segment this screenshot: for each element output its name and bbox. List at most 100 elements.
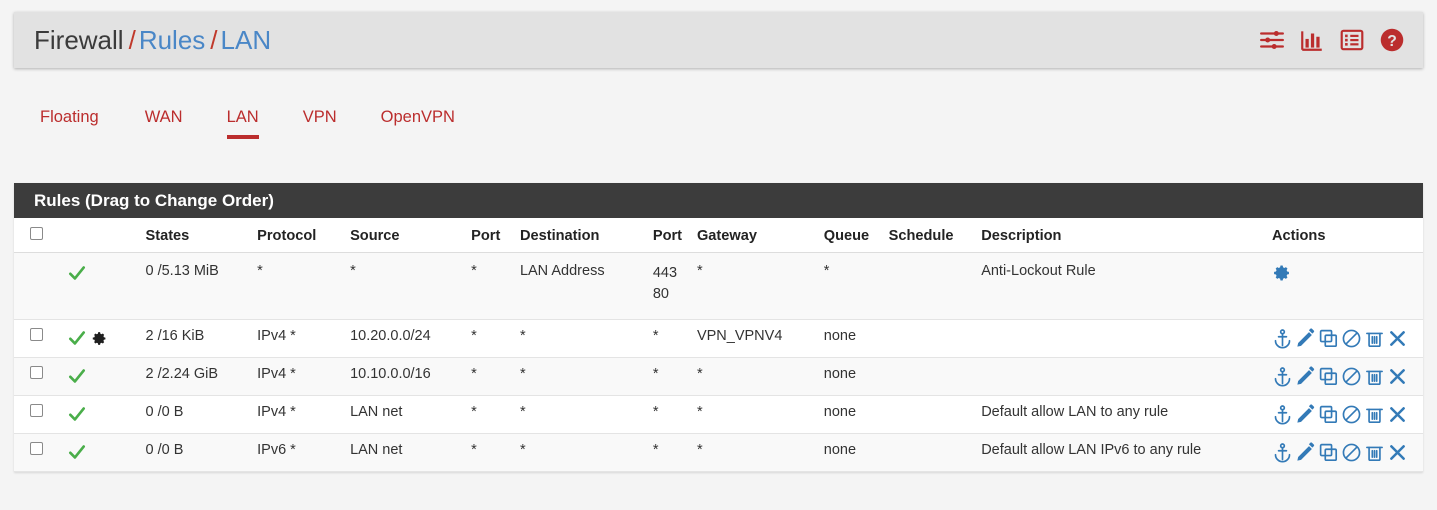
row-source: 10.10.0.0/16 bbox=[346, 357, 468, 396]
trash-icon[interactable] bbox=[1364, 442, 1385, 463]
tab-openvpn-label: OpenVPN bbox=[380, 108, 455, 126]
gear-icon[interactable] bbox=[1272, 263, 1292, 283]
row-states[interactable]: 2 /2.24 GiB bbox=[141, 357, 254, 396]
help-icon[interactable]: ? bbox=[1379, 27, 1405, 53]
status-header bbox=[63, 218, 142, 253]
tab-vpn-label: VPN bbox=[302, 108, 337, 126]
row-dest-port-2: 80 bbox=[652, 286, 669, 302]
row-protocol: * bbox=[253, 252, 347, 320]
row-gateway: * bbox=[692, 395, 820, 434]
row-gateway: * bbox=[692, 357, 820, 396]
breadcrumb-separator-1: / bbox=[128, 24, 136, 55]
breadcrumb-lan-link[interactable]: LAN bbox=[221, 25, 272, 55]
row-dest-port: 443 80 bbox=[648, 252, 693, 320]
disable-icon[interactable] bbox=[1341, 404, 1362, 425]
row-checkbox[interactable] bbox=[30, 404, 43, 417]
row-states[interactable]: 0 /5.13 MiB bbox=[141, 252, 254, 320]
row-actions bbox=[1267, 357, 1423, 396]
list-icon[interactable] bbox=[1339, 27, 1365, 53]
select-all-checkbox[interactable] bbox=[30, 227, 43, 240]
row-states[interactable]: 0 /0 B bbox=[141, 395, 254, 434]
row-checkbox[interactable] bbox=[30, 442, 43, 455]
table-row[interactable]: 2 /2.24 GiB IPv4 * 10.10.0.0/16 * * * * … bbox=[14, 357, 1423, 396]
disable-icon[interactable] bbox=[1341, 328, 1362, 349]
row-queue: none bbox=[819, 433, 885, 472]
row-status-cell bbox=[63, 319, 142, 358]
anchor-icon[interactable] bbox=[1272, 366, 1293, 387]
tab-lan[interactable]: LAN bbox=[226, 100, 259, 139]
row-schedule bbox=[884, 357, 978, 396]
table-row[interactable]: 0 /0 B IPv4 * LAN net * * * * none Defau… bbox=[14, 395, 1423, 434]
anchor-icon[interactable] bbox=[1272, 328, 1293, 349]
delete-icon[interactable] bbox=[1387, 366, 1408, 387]
pass-check-icon bbox=[67, 328, 87, 348]
edit-icon[interactable] bbox=[1295, 442, 1316, 463]
row-actions bbox=[1267, 395, 1423, 434]
disable-icon[interactable] bbox=[1341, 442, 1362, 463]
anchor-icon[interactable] bbox=[1272, 442, 1293, 463]
row-actions bbox=[1267, 252, 1423, 320]
row-source-port: * bbox=[467, 319, 516, 358]
edit-icon[interactable] bbox=[1295, 328, 1316, 349]
row-actions bbox=[1267, 319, 1423, 358]
copy-icon[interactable] bbox=[1318, 404, 1339, 425]
interface-tabs: Floating WAN LAN VPN OpenVPN bbox=[14, 100, 455, 139]
row-checkbox[interactable] bbox=[30, 366, 43, 379]
anchor-icon[interactable] bbox=[1272, 404, 1293, 425]
row-status-cell bbox=[63, 357, 142, 396]
trash-icon[interactable] bbox=[1364, 404, 1385, 425]
copy-icon[interactable] bbox=[1318, 442, 1339, 463]
row-select-cell bbox=[14, 252, 64, 320]
disable-icon[interactable] bbox=[1341, 366, 1362, 387]
panel-title: Rules (Drag to Change Order) bbox=[14, 183, 1423, 218]
breadcrumb: Firewall / Rules / LAN bbox=[34, 25, 271, 56]
table-row[interactable]: 2 /16 KiB IPv4 * 10.20.0.0/24 * * * VPN_… bbox=[14, 319, 1423, 358]
row-source-port: * bbox=[467, 395, 516, 434]
row-gateway: * bbox=[692, 433, 820, 472]
tab-wan[interactable]: WAN bbox=[145, 100, 183, 139]
row-schedule bbox=[884, 252, 978, 320]
row-source-port: * bbox=[467, 433, 516, 472]
dest-port-header: Port bbox=[648, 218, 693, 253]
protocol-header: Protocol bbox=[253, 218, 347, 253]
row-checkbox[interactable] bbox=[30, 328, 43, 341]
row-dest-port: * bbox=[648, 395, 693, 434]
breadcrumb-rules-link[interactable]: Rules bbox=[139, 25, 205, 55]
row-protocol: IPv6 * bbox=[253, 433, 347, 472]
trash-icon[interactable] bbox=[1364, 328, 1385, 349]
row-states[interactable]: 0 /0 B bbox=[141, 433, 254, 472]
trash-icon[interactable] bbox=[1364, 366, 1385, 387]
table-row[interactable]: 0 /5.13 MiB * * * LAN Address 443 80 * *… bbox=[14, 252, 1423, 320]
chart-icon[interactable] bbox=[1299, 27, 1325, 53]
row-source: 10.20.0.0/24 bbox=[346, 319, 468, 358]
actions-header: Actions bbox=[1267, 218, 1423, 253]
sliders-icon[interactable] bbox=[1259, 27, 1285, 53]
row-destination: * bbox=[515, 395, 649, 434]
row-dest-port-1: 443 bbox=[652, 265, 678, 281]
rules-table: States Protocol Source Port Destination … bbox=[14, 218, 1423, 472]
copy-icon[interactable] bbox=[1318, 366, 1339, 387]
row-gateway: * bbox=[692, 252, 820, 320]
row-destination: LAN Address bbox=[515, 252, 649, 320]
delete-icon[interactable] bbox=[1387, 404, 1408, 425]
delete-icon[interactable] bbox=[1387, 442, 1408, 463]
delete-icon[interactable] bbox=[1387, 328, 1408, 349]
row-protocol: IPv4 * bbox=[253, 395, 347, 434]
row-select-cell bbox=[14, 319, 64, 358]
source-header: Source bbox=[346, 218, 468, 253]
row-select-cell bbox=[14, 395, 64, 434]
row-states[interactable]: 2 /16 KiB bbox=[141, 319, 254, 358]
row-gateway[interactable]: VPN_VPNV4 bbox=[692, 319, 820, 358]
copy-icon[interactable] bbox=[1318, 328, 1339, 349]
row-dest-port: * bbox=[648, 319, 693, 358]
rules-panel: Rules (Drag to Change Order) States Prot… bbox=[14, 183, 1423, 472]
tab-vpn[interactable]: VPN bbox=[303, 100, 337, 139]
edit-icon[interactable] bbox=[1295, 366, 1316, 387]
breadcrumb-root: Firewall bbox=[34, 24, 124, 55]
tab-floating[interactable]: Floating bbox=[40, 100, 99, 139]
pass-check-icon bbox=[67, 442, 87, 462]
states-header: States bbox=[141, 218, 254, 253]
edit-icon[interactable] bbox=[1295, 404, 1316, 425]
tab-openvpn[interactable]: OpenVPN bbox=[381, 100, 455, 139]
table-row[interactable]: 0 /0 B IPv6 * LAN net * * * * none Defau… bbox=[14, 433, 1423, 472]
